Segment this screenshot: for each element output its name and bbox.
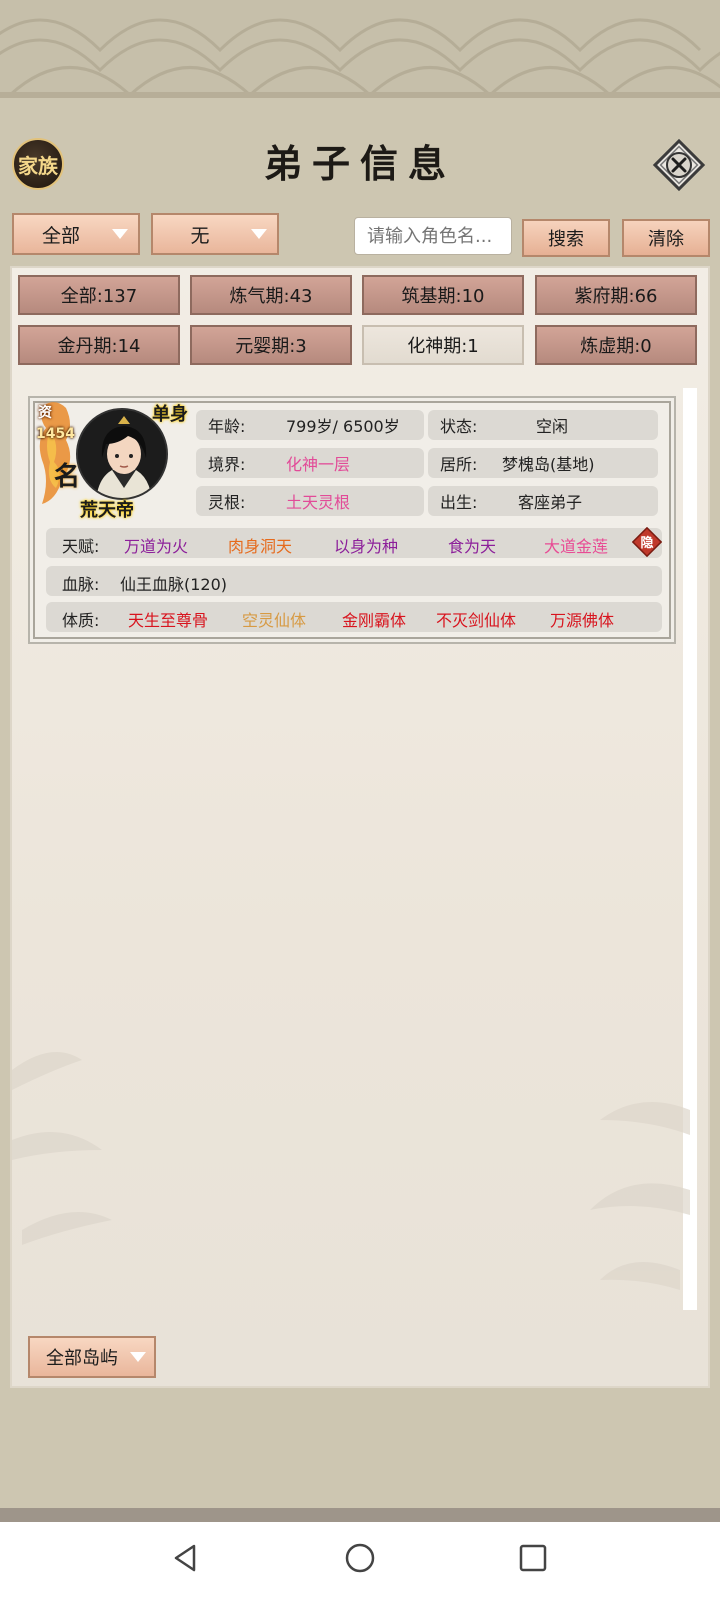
stage-filter-nascent-soul[interactable]: 元婴期:3 bbox=[190, 325, 352, 365]
physique-item: 金刚霸体 bbox=[342, 611, 407, 630]
close-button[interactable] bbox=[652, 138, 706, 192]
talent-item: 万道为火 bbox=[124, 537, 189, 556]
age-key: 年龄: bbox=[208, 417, 246, 436]
bamboo-decoration bbox=[12, 1052, 112, 1245]
island-dropdown[interactable]: 全部岛屿 bbox=[28, 1336, 156, 1378]
recent-apps-icon[interactable] bbox=[513, 1538, 553, 1578]
category-dropdown[interactable]: 全部 bbox=[12, 213, 140, 255]
fame-label: 名 bbox=[54, 462, 81, 492]
page-title: 弟子信息 bbox=[263, 141, 456, 186]
physique-item: 空灵仙体 bbox=[242, 611, 307, 630]
stage-filter-spirit-transformation[interactable]: 化神期:1 bbox=[362, 325, 524, 365]
top-wave-banner bbox=[0, 0, 720, 100]
residence-value: 梦槐岛(基地) bbox=[502, 455, 595, 474]
home-icon[interactable] bbox=[340, 1538, 380, 1578]
bloodline-row: 血脉: 仙王血脉(120) bbox=[46, 566, 662, 596]
hide-diamond-icon: 隐 bbox=[631, 526, 663, 558]
bloodline-key: 血脉: bbox=[62, 575, 100, 594]
secondary-dropdown[interactable]: 无 bbox=[151, 213, 279, 255]
stage-filter-foundation[interactable]: 筑基期:10 bbox=[362, 275, 524, 315]
stage-filter-all[interactable]: 全部:137 bbox=[18, 275, 180, 315]
clear-button[interactable]: 清除 bbox=[622, 219, 710, 257]
chevron-down-icon bbox=[251, 229, 267, 239]
category-dropdown-label: 全部 bbox=[41, 224, 80, 247]
origin-key: 出生: bbox=[440, 493, 478, 512]
physique-item: 不灭剑仙体 bbox=[436, 611, 517, 630]
chevron-down-icon bbox=[112, 229, 128, 239]
physique-item: 天生至尊骨 bbox=[128, 611, 209, 630]
back-icon[interactable] bbox=[166, 1538, 206, 1578]
talent-item: 大道金莲 bbox=[544, 537, 609, 556]
spirit-root-key: 灵根: bbox=[208, 493, 246, 512]
stage-filter-golden-core[interactable]: 金丹期:14 bbox=[18, 325, 180, 365]
residence-key: 居所: bbox=[440, 455, 478, 474]
residence-field: 居所: 梦槐岛(基地) bbox=[428, 448, 658, 478]
realm-value: 化神一层 bbox=[286, 455, 351, 474]
aptitude-value: 1454 bbox=[36, 426, 75, 442]
talent-item: 以身为种 bbox=[334, 537, 399, 556]
spirit-root-field: 灵根: 土天灵根 bbox=[196, 486, 424, 516]
status-key: 状态: bbox=[440, 417, 478, 436]
scroll-bottom-edge bbox=[0, 1508, 720, 1522]
stage-filter-purple-mansion[interactable]: 紫府期:66 bbox=[535, 275, 697, 315]
talent-row: 天赋: 万道为火 肉身洞天 以身为种 食为天 大道金莲 bbox=[46, 528, 662, 558]
physique-row: 体质: 天生至尊骨 空灵仙体 金刚霸体 不灭剑仙体 万源佛体 bbox=[46, 602, 662, 632]
search-button[interactable]: 搜索 bbox=[522, 219, 610, 257]
talent-item: 食为天 bbox=[448, 537, 497, 556]
secondary-dropdown-label: 无 bbox=[190, 224, 210, 247]
disciple-avatar-area[interactable]: 资 1454 名 单身 荒天帝 bbox=[36, 400, 196, 524]
spirit-root-value: 土天灵根 bbox=[286, 493, 351, 512]
stage-filter-qi-refining[interactable]: 炼气期:43 bbox=[190, 275, 352, 315]
status-field: 状态: 空闲 bbox=[428, 410, 658, 440]
age-field: 年龄: 799岁/ 6500岁 bbox=[196, 410, 424, 440]
disciple-name: 荒天帝 bbox=[80, 500, 134, 521]
hide-talent-button[interactable]: 隐 bbox=[631, 526, 663, 558]
realm-key: 境界: bbox=[208, 455, 246, 474]
age-value: 799岁/ 6500岁 bbox=[286, 417, 400, 436]
bloodline-value: 仙王血脉(120) bbox=[120, 575, 228, 594]
talent-key: 天赋: bbox=[62, 537, 100, 556]
marital-status: 单身 bbox=[152, 404, 188, 425]
stage-filter-void-refining[interactable]: 炼虚期:0 bbox=[535, 325, 697, 365]
realm-field: 境界: 化神一层 bbox=[196, 448, 424, 478]
system-navigation-bar bbox=[0, 1522, 720, 1600]
origin-field: 出生: 客座弟子 bbox=[428, 486, 658, 516]
close-icon bbox=[652, 138, 706, 192]
hide-label: 隐 bbox=[640, 535, 653, 551]
island-dropdown-label: 全部岛屿 bbox=[46, 1348, 118, 1369]
bamboo-decoration bbox=[590, 1102, 690, 1290]
chevron-down-icon bbox=[130, 1352, 146, 1362]
physique-key: 体质: bbox=[62, 611, 100, 630]
talent-item: 肉身洞天 bbox=[228, 537, 293, 556]
origin-value: 客座弟子 bbox=[518, 493, 583, 512]
physique-item: 万源佛体 bbox=[550, 611, 615, 630]
search-input[interactable] bbox=[354, 217, 512, 255]
status-value: 空闲 bbox=[536, 417, 569, 436]
